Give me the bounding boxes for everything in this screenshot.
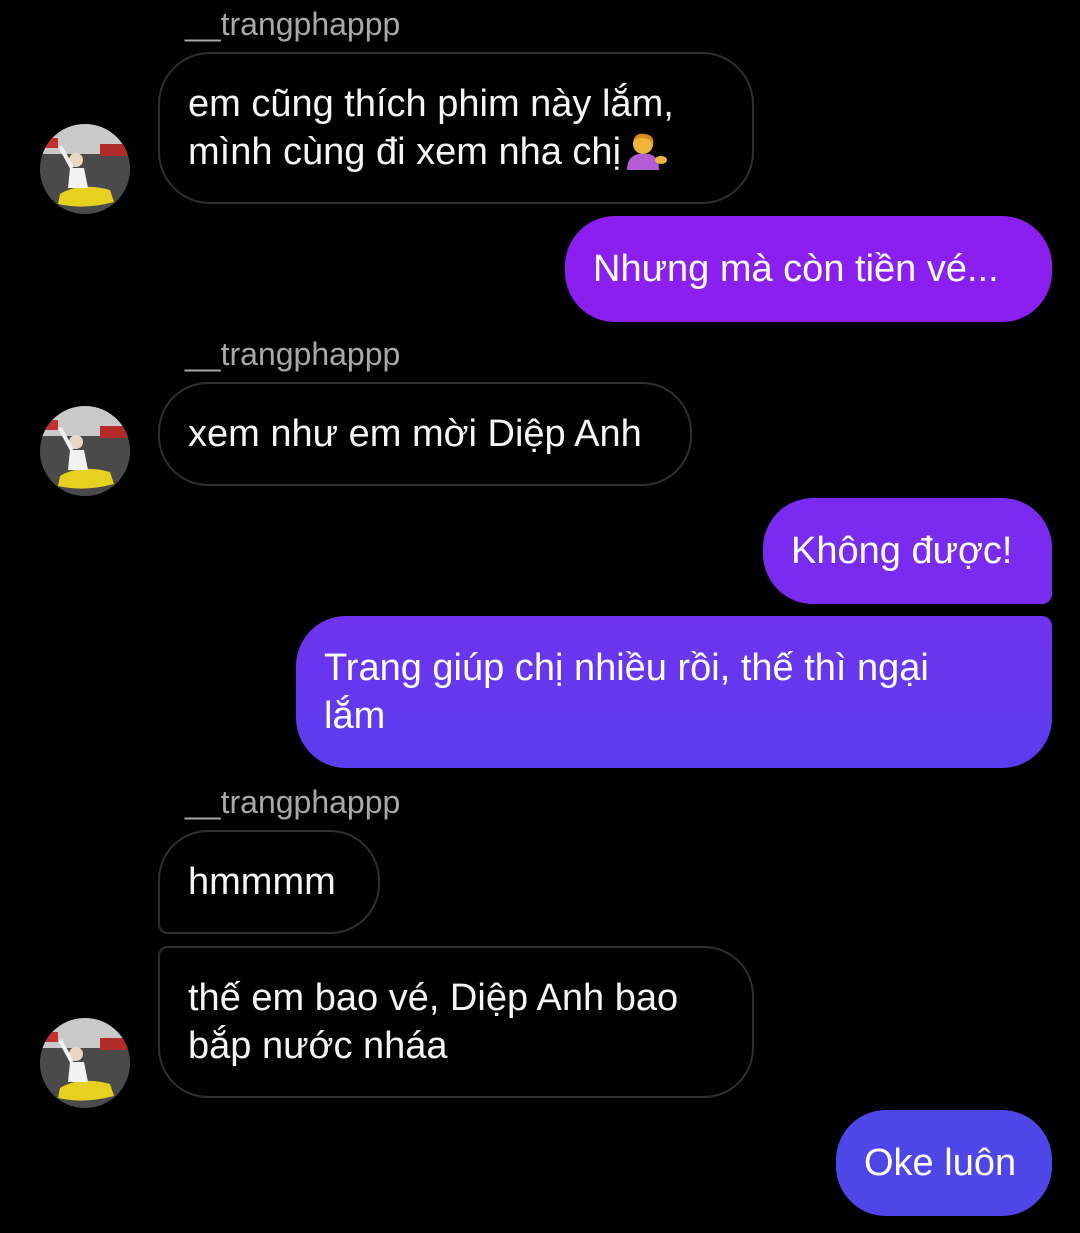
message-text-line1: Trang giúp chị nhiều rồi, thế thì ngại (324, 647, 929, 689)
sender-name: __trangphappp (185, 784, 401, 820)
message-text: Oke luôn (864, 1142, 1017, 1184)
avatar[interactable] (40, 1018, 130, 1108)
message-text-line2: mình cùng đi xem nha chị (188, 131, 622, 173)
person-tipping-hand-emoji-icon (621, 132, 668, 172)
sender-name: __trangphappp (185, 6, 401, 42)
message-bubble-outgoing[interactable]: Không được! (763, 498, 1052, 604)
message-text-line2: bắp nước nháa (188, 1025, 448, 1067)
message-text: Không được! (791, 530, 1013, 572)
message-text-line2: lắm (324, 695, 386, 737)
sender-name: __trangphappp (185, 336, 401, 372)
user-avatar-photo-icon (40, 1018, 130, 1108)
message-text-line1: thế em bao vé, Diệp Anh bao (188, 977, 679, 1019)
message-text: Nhưng mà còn tiền vé... (593, 248, 999, 290)
message-bubble-incoming[interactable]: xem như em mời Diệp Anh (158, 382, 692, 486)
avatar[interactable] (40, 406, 130, 496)
message-bubble-outgoing[interactable]: Nhưng mà còn tiền vé... (565, 216, 1052, 322)
message-bubble-incoming[interactable]: thế em bao vé, Diệp Anh bao bắp nước nhá… (158, 946, 754, 1098)
message-bubble-incoming[interactable]: hmmmm (158, 830, 380, 934)
message-bubble-incoming[interactable]: em cũng thích phim này lắm, mình cùng đi… (158, 52, 754, 204)
message-bubble-outgoing[interactable]: Oke luôn (836, 1110, 1052, 1216)
message-bubble-outgoing[interactable]: Trang giúp chị nhiều rồi, thế thì ngại l… (296, 616, 1052, 768)
user-avatar-photo-icon (40, 124, 130, 214)
message-text-line1: em cũng thích phim này lắm, (188, 83, 674, 125)
avatar[interactable] (40, 124, 130, 214)
message-text: hmmmm (188, 861, 336, 903)
message-text: xem như em mời Diệp Anh (188, 413, 642, 455)
user-avatar-photo-icon (40, 406, 130, 496)
